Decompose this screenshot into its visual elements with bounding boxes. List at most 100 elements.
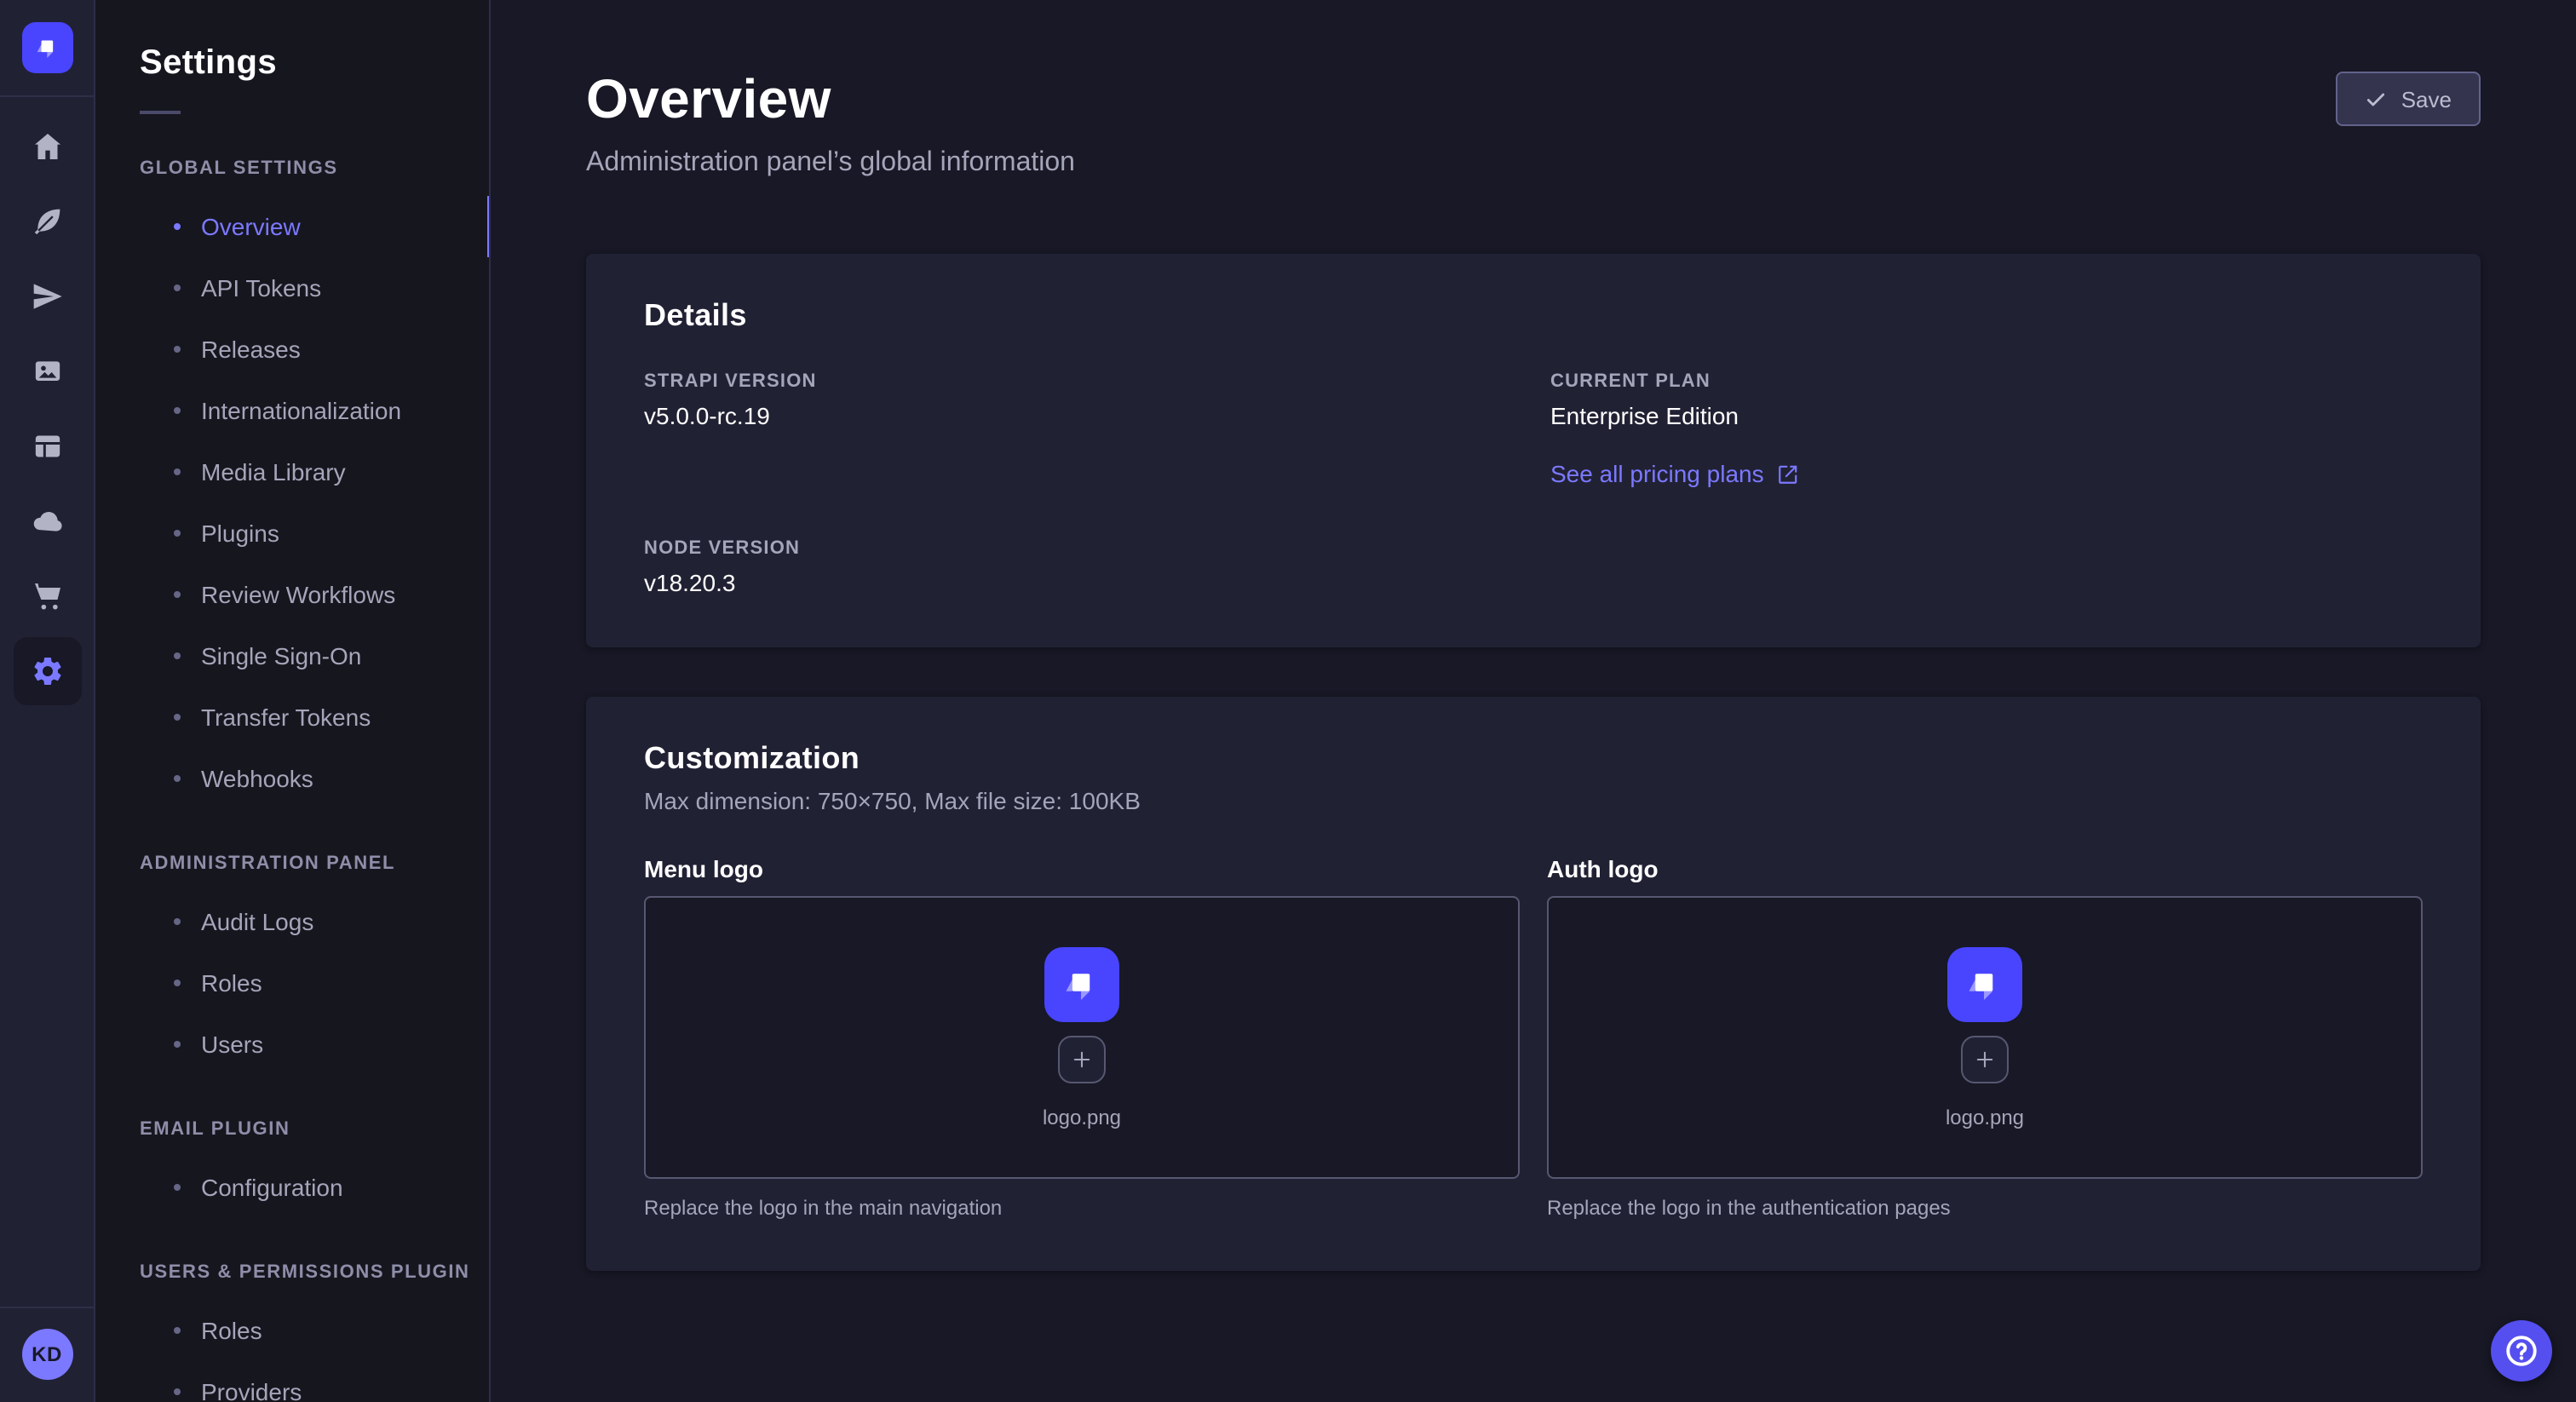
detail-field-label: STRAPI VERSION — [644, 371, 1516, 392]
active-indicator — [487, 196, 491, 257]
subnav-item-api-tokens[interactable]: API Tokens — [95, 257, 489, 319]
subnav-item-internationalization[interactable]: Internationalization — [95, 380, 489, 441]
add-logo-button[interactable] — [1058, 1035, 1106, 1083]
bullet-icon — [174, 714, 181, 721]
page-title: Overview — [586, 68, 1075, 131]
upload-label: Auth logo — [1547, 855, 2423, 882]
pricing-plans-link[interactable]: See all pricing plans — [1550, 460, 1800, 487]
detail-field-label: CURRENT PLAN — [1550, 371, 2423, 392]
customization-card: Customization Max dimension: 750×750, Ma… — [586, 697, 2481, 1271]
details-fields: STRAPI VERSION v5.0.0-rc.19CURRENT PLAN … — [644, 371, 2423, 596]
logo-upload-auth: Auth logo logo.png Replace the logo in t… — [1547, 855, 2423, 1220]
subnav-item-releases[interactable]: Releases — [95, 319, 489, 380]
add-logo-button[interactable] — [1961, 1035, 2009, 1083]
logo-dropzone[interactable]: logo.png — [644, 896, 1520, 1179]
detail-field-label: NODE VERSION — [644, 538, 1516, 559]
page-header: Overview Administration panel’s global i… — [586, 68, 2481, 179]
detail-field: NODE VERSION v18.20.3 — [644, 538, 1516, 596]
bullet-icon — [174, 1184, 181, 1191]
subnav-item-single-sign-on[interactable]: Single Sign-On — [95, 625, 489, 687]
avatar[interactable]: KD — [21, 1329, 72, 1380]
subnav-item-configuration[interactable]: Configuration — [95, 1157, 489, 1218]
settings-subnav: Settings GLOBAL SETTINGS Overview API To… — [95, 0, 491, 1402]
bullet-icon — [174, 284, 181, 291]
rail-divider-bottom — [0, 1307, 94, 1308]
subnav-item-label: Single Sign-On — [201, 642, 361, 669]
save-button[interactable]: Save — [2337, 72, 2481, 126]
bullet-icon — [174, 346, 181, 353]
bullet-icon — [174, 407, 181, 414]
detail-field-value: v18.20.3 — [644, 569, 1516, 596]
nav-media-library-button[interactable] — [13, 337, 81, 405]
logo-upload-menu: Menu logo logo.png Replace the logo in t… — [644, 855, 1520, 1220]
bullet-icon — [174, 1041, 181, 1048]
help-button[interactable] — [2491, 1320, 2552, 1382]
subnav-item-webhooks[interactable]: Webhooks — [95, 748, 489, 809]
subnav-item-media-library[interactable]: Media Library — [95, 441, 489, 503]
pricing-plans-link-label: See all pricing plans — [1550, 460, 1764, 487]
logo-preview — [1044, 946, 1119, 1021]
nav-releases-button[interactable] — [13, 262, 81, 330]
media-library-icon — [30, 354, 64, 388]
subnav-sections: GLOBAL SETTINGS Overview API Tokens Rele… — [95, 158, 489, 1402]
strapi-admin-app: KD Settings GLOBAL SETTINGS Overview API… — [0, 0, 2576, 1402]
subnav-item-roles[interactable]: Roles — [95, 1300, 489, 1361]
save-button-label: Save — [2401, 86, 2452, 112]
logo-filename: logo.png — [1043, 1105, 1121, 1129]
strapi-logo[interactable] — [21, 22, 72, 73]
subnav-item-providers[interactable]: Providers — [95, 1361, 489, 1402]
customization-card-title: Customization — [644, 741, 2423, 777]
content-type-builder-icon — [30, 429, 64, 463]
subnav-item-label: Configuration — [201, 1174, 343, 1201]
subnav-item-label: Users — [201, 1031, 263, 1058]
upload-label: Menu logo — [644, 855, 1520, 882]
subnav-item-label: Roles — [201, 969, 262, 997]
subnav-item-label: Releases — [201, 336, 301, 363]
plus-icon — [1070, 1047, 1094, 1071]
bullet-icon — [174, 652, 181, 659]
logo-preview — [1947, 946, 2022, 1021]
deploy-icon — [30, 504, 64, 538]
subnav-section-label: ADMINISTRATION PANEL — [95, 853, 489, 874]
subnav-item-label: Transfer Tokens — [201, 704, 371, 731]
nav-content-manager-button[interactable] — [13, 187, 81, 256]
subnav-item-plugins[interactable]: Plugins — [95, 503, 489, 564]
bullet-icon — [174, 530, 181, 537]
plus-icon — [1973, 1047, 1997, 1071]
subnav-item-overview[interactable]: Overview — [95, 196, 489, 257]
releases-icon — [30, 279, 64, 313]
upload-hint: Replace the logo in the main navigation — [644, 1196, 1520, 1220]
customization-constraints: Max dimension: 750×750, Max file size: 1… — [644, 787, 2423, 814]
nav-content-type-builder-button[interactable] — [13, 412, 81, 480]
subnav-item-users[interactable]: Users — [95, 1014, 489, 1075]
page-header-text: Overview Administration panel’s global i… — [586, 68, 1075, 179]
details-card: Details STRAPI VERSION v5.0.0-rc.19CURRE… — [586, 254, 2481, 647]
subnav-item-label: Roles — [201, 1317, 262, 1344]
subnav-item-review-workflows[interactable]: Review Workflows — [95, 564, 489, 625]
subnav-item-label: API Tokens — [201, 274, 321, 302]
logo-uploads: Menu logo logo.png Replace the logo in t… — [644, 855, 2423, 1220]
main-nav-rail: KD — [0, 0, 95, 1402]
bullet-icon — [174, 223, 181, 230]
detail-field-value: Enterprise Edition — [1550, 402, 2423, 429]
help-question-icon — [2503, 1332, 2540, 1370]
bullet-icon — [174, 468, 181, 475]
subnav-section-label: USERS & PERMISSIONS PLUGIN — [95, 1262, 489, 1283]
check-icon — [2366, 88, 2388, 110]
logo-dropzone[interactable]: logo.png — [1547, 896, 2423, 1179]
subnav-item-transfer-tokens[interactable]: Transfer Tokens — [95, 687, 489, 748]
subnav-item-label: Webhooks — [201, 765, 313, 792]
bullet-icon — [174, 775, 181, 782]
subnav-item-label: Plugins — [201, 520, 279, 547]
logo-filename: logo.png — [1946, 1105, 2024, 1129]
marketplace-icon — [30, 579, 64, 613]
nav-home-button[interactable] — [13, 112, 81, 181]
subnav-item-label: Audit Logs — [201, 908, 313, 935]
subnav-item-audit-logs[interactable]: Audit Logs — [95, 891, 489, 952]
nav-deploy-button[interactable] — [13, 487, 81, 555]
subnav-item-roles[interactable]: Roles — [95, 952, 489, 1014]
nav-settings-button[interactable] — [13, 637, 81, 705]
nav-marketplace-button[interactable] — [13, 562, 81, 630]
subnav-item-label: Review Workflows — [201, 581, 395, 608]
settings-icon — [30, 654, 64, 688]
